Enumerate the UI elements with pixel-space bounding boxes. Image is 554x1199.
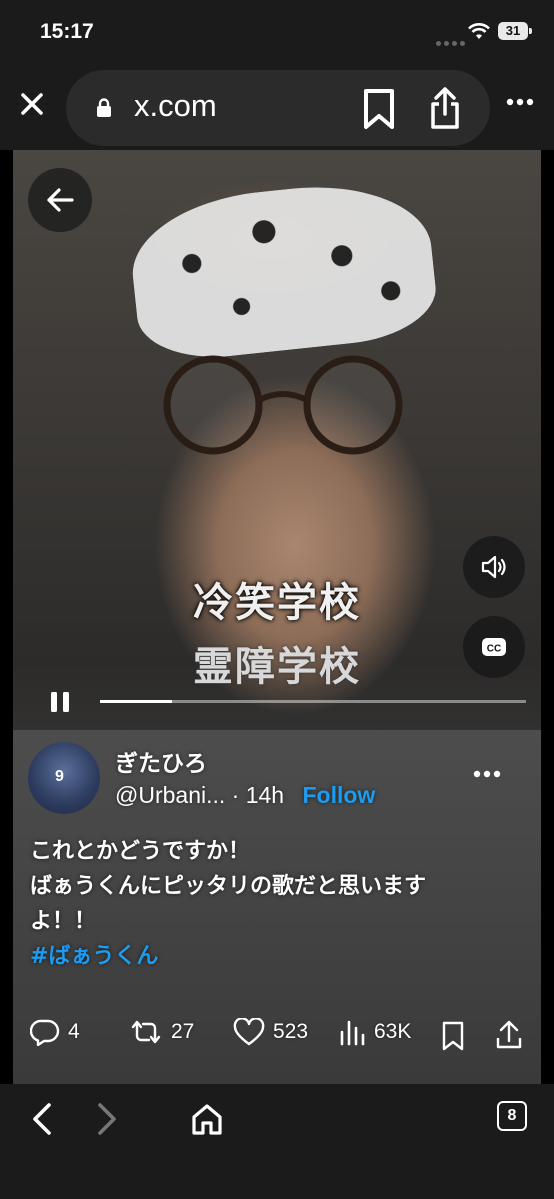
bookmark-post-icon[interactable] [441,1016,465,1056]
hashtag-link[interactable]: #ばぁうくん [30,939,426,974]
captions-button[interactable]: CC [463,616,525,678]
pause-icon[interactable] [48,690,72,714]
close-icon[interactable] [16,88,48,120]
battery-indicator: 31 [498,22,532,40]
author-meta: @Urbani... · 14h Follow [115,782,375,809]
lock-icon [97,98,111,117]
browser-bottom-bar: 8 [0,1084,554,1199]
volume-icon [481,555,506,579]
wifi-icon [468,23,490,39]
cc-icon: CC [482,638,506,656]
post-text-line: ばぁうくんにピッタリの歌だと思います [30,874,427,899]
post-time: · 14h [231,782,285,808]
status-time: 15:17 [40,20,94,43]
follow-button[interactable]: Follow [303,782,376,808]
chevron-right-icon[interactable] [95,1102,119,1136]
home-icon[interactable] [190,1102,224,1136]
volume-button[interactable] [463,536,525,598]
address-bar[interactable]: x.com [66,70,490,146]
video-frame-headband [125,174,441,366]
post-more-icon[interactable] [473,770,501,778]
post-actions: 4 27 523 63K [13,1012,541,1052]
post-text-line: よ！！ [30,909,97,934]
post-text-line: これとかどうですか！ [30,839,251,864]
like-count: 523 [273,1020,309,1043]
share-post-icon[interactable] [495,1015,523,1055]
share-icon[interactable] [430,86,460,130]
like-button[interactable]: 523 [233,1012,308,1052]
video-progress-fill [100,700,173,703]
video-caption-top: 冷笑学校 [193,579,361,626]
back-button[interactable] [28,168,92,232]
views-count: 63K [374,1020,412,1043]
reply-button[interactable]: 4 [30,1012,80,1052]
repost-icon [131,1020,161,1044]
video-frame-glasses [163,355,403,455]
avatar[interactable]: 9 [28,742,100,814]
url-text: x.com [134,88,217,123]
post-text: これとかどうですか！ ばぁうくんにピッタリの歌だと思います よ！！ #ばぁうくん [30,834,426,974]
bookmark-icon[interactable] [362,88,396,130]
video-player[interactable]: 冷笑学校 霊障学校 CC 9 ぎたひろ @Urbani... · 14h Fol… [13,150,541,1084]
svg-text:CC: CC [487,644,501,655]
reply-icon [30,1019,60,1046]
like-icon [233,1018,265,1046]
author-handle[interactable]: @Urbani... [115,782,225,808]
reply-count: 4 [68,1020,80,1043]
video-caption-bottom: 霊障学校 [193,643,361,690]
signal-icon [436,31,468,50]
avatar-jersey-number: 9 [55,768,64,785]
views-icon [340,1020,365,1046]
tabs-button[interactable]: 8 [497,1101,527,1131]
chevron-left-icon[interactable] [30,1102,54,1136]
repost-button[interactable]: 27 [129,1012,194,1052]
video-progress-bar[interactable] [100,700,526,703]
repost-count: 27 [171,1020,195,1043]
views-button[interactable]: 63K [338,1012,411,1052]
more-icon[interactable] [506,98,534,106]
browser-toolbar: x.com [0,64,554,150]
back-arrow-icon [47,188,74,212]
status-bar: 15:17 31 [0,0,554,64]
author-display-name[interactable]: ぎたひろ [115,744,207,778]
